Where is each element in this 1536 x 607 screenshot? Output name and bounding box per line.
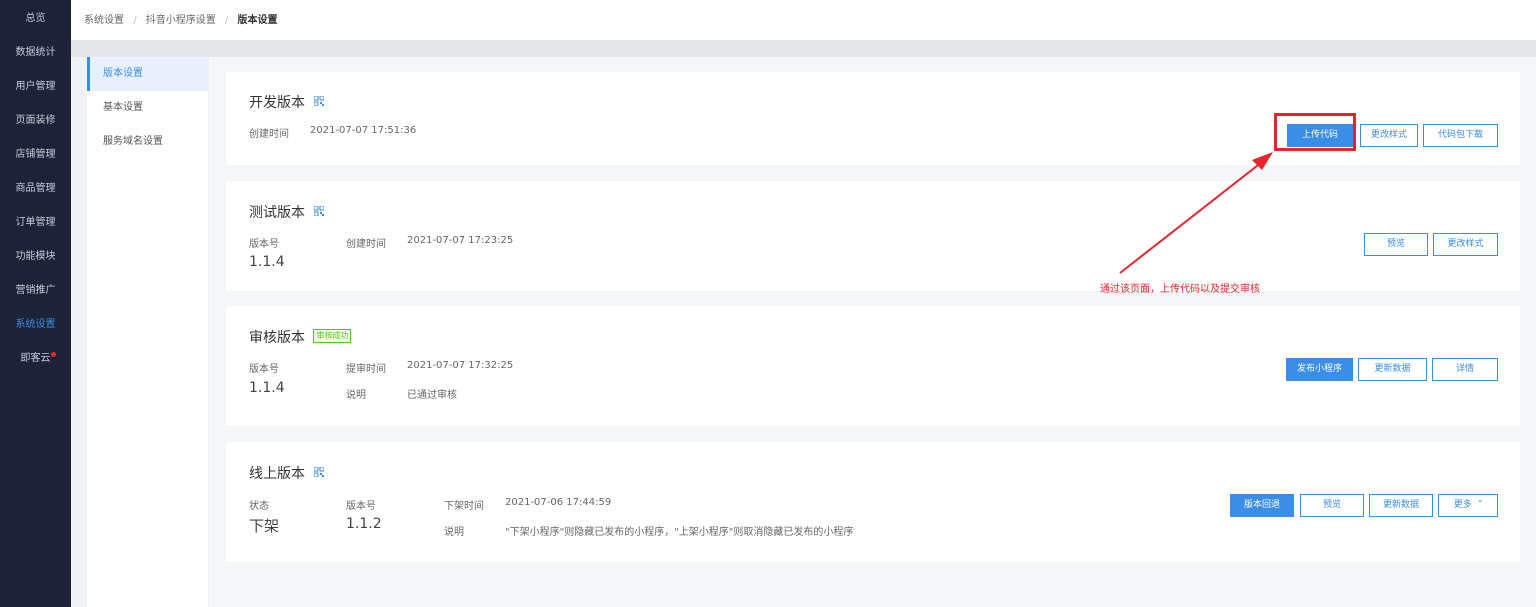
settings-submenu: 版本设置 基本设置 服务域名设置 (87, 57, 209, 607)
version-value: 1.1.4 (249, 254, 285, 270)
audit-success-badge: 审核成功 (313, 329, 352, 343)
update-data-button[interactable]: 更新数据 (1369, 494, 1433, 517)
qrcode-icon[interactable] (314, 467, 325, 477)
nav-item-store[interactable]: 店铺管理 (0, 138, 71, 172)
submit-time-label: 提审时间 (346, 364, 386, 375)
annotation-highlight-box (1274, 113, 1356, 151)
submenu-basic-settings[interactable]: 基本设置 (87, 91, 208, 125)
breadcrumb-current: 版本设置 (237, 15, 278, 26)
annotation-text: 通过该页面，上传代码以及提交审核 (1100, 284, 1260, 295)
header-strip (71, 41, 1536, 57)
create-time-value: 2021-07-07 17:23:25 (407, 235, 514, 246)
version-label: 版本号 (249, 239, 279, 250)
note-value: "下架小程序"则隐藏已发布的小程序，"上架小程序"则取消隐藏已发布的小程序 (505, 527, 854, 538)
nav-item-jikeyun[interactable]: 即客云 (0, 342, 71, 376)
breadcrumb-system-settings[interactable]: 系统设置 (84, 15, 124, 26)
notification-dot (51, 352, 56, 357)
change-style-button[interactable]: 更改样式 (1360, 124, 1418, 147)
qrcode-icon[interactable] (314, 96, 325, 106)
change-style-button[interactable]: 更改样式 (1433, 233, 1498, 256)
submenu-domain-settings[interactable]: 服务域名设置 (87, 125, 208, 159)
detail-button[interactable]: 详情 (1432, 358, 1498, 381)
breadcrumb-separator: / (133, 15, 137, 26)
nav-item-orders[interactable]: 订单管理 (0, 206, 71, 240)
version-label: 版本号 (249, 364, 279, 375)
nav-item-overview[interactable]: 总览 (0, 2, 71, 36)
create-time-label: 创建时间 (249, 129, 289, 140)
offline-time-label: 下架时间 (444, 501, 484, 512)
dev-version-title-row: 开发版本 (249, 92, 325, 112)
create-time-label: 创建时间 (346, 239, 386, 250)
nav-item-modules[interactable]: 功能模块 (0, 240, 71, 274)
nav-item-page-design[interactable]: 页面装修 (0, 104, 71, 138)
create-time-value: 2021-07-07 17:51:36 (310, 125, 417, 136)
publish-miniprogram-button[interactable]: 发布小程序 (1286, 358, 1353, 381)
note-value: 已通过审核 (407, 390, 457, 401)
breadcrumb-douyin-settings[interactable]: 抖音小程序设置 (146, 15, 216, 26)
qrcode-icon[interactable] (314, 206, 325, 216)
note-label: 说明 (346, 390, 366, 401)
version-rollback-button[interactable]: 版本回退 (1230, 494, 1294, 517)
more-dropdown-button[interactable]: 更多 ˅ (1438, 494, 1498, 517)
test-version-title: 测试版本 (249, 205, 305, 221)
download-package-button[interactable]: 代码包下载 (1423, 124, 1498, 147)
nav-item-statistics[interactable]: 数据统计 (0, 36, 71, 70)
audit-version-title-row: 审核版本 审核成功 (249, 327, 352, 347)
main-nav: 总览 数据统计 用户管理 页面装修 店铺管理 商品管理 订单管理 功能模块 营销… (0, 0, 71, 607)
submenu-version-settings[interactable]: 版本设置 (87, 57, 208, 91)
test-version-title-row: 测试版本 (249, 202, 325, 222)
offline-time-value: 2021-07-06 17:44:59 (505, 497, 612, 508)
preview-button[interactable]: 预览 (1364, 233, 1428, 256)
more-label: 更多 (1453, 500, 1472, 510)
chevron-down-icon: ˅ (1476, 500, 1484, 510)
preview-button[interactable]: 预览 (1300, 494, 1364, 517)
breadcrumb-separator: / (224, 15, 229, 26)
update-data-button[interactable]: 更新数据 (1358, 358, 1427, 381)
online-version-card: 线上版本 状态 下架 版本号 1.1.2 下架时间 2021-07-06 17:… (226, 442, 1520, 562)
nav-item-users[interactable]: 用户管理 (0, 70, 71, 104)
status-label: 状态 (249, 501, 269, 512)
online-version-title-row: 线上版本 (249, 463, 325, 483)
online-version-title: 线上版本 (249, 466, 305, 482)
version-value: 1.1.2 (346, 516, 382, 532)
version-value: 1.1.4 (249, 380, 285, 396)
nav-item-system-settings[interactable]: 系统设置 (0, 308, 71, 342)
status-value: 下架 (249, 517, 280, 535)
note-label: 说明 (444, 527, 464, 538)
breadcrumb: 系统设置 / 抖音小程序设置 / 版本设置 (84, 0, 278, 41)
nav-item-marketing[interactable]: 营销推广 (0, 274, 71, 308)
nav-item-products[interactable]: 商品管理 (0, 172, 71, 206)
top-header: 系统设置 / 抖音小程序设置 / 版本设置 (71, 0, 1536, 41)
submit-time-value: 2021-07-07 17:32:25 (407, 360, 514, 371)
version-label: 版本号 (346, 501, 376, 512)
audit-version-card: 审核版本 审核成功 版本号 1.1.4 提审时间 2021-07-07 17:3… (226, 306, 1520, 426)
audit-version-title: 审核版本 (249, 330, 305, 346)
dev-version-title: 开发版本 (249, 95, 305, 111)
test-version-card: 测试版本 版本号 1.1.4 创建时间 2021-07-07 17:23:25 … (226, 181, 1520, 291)
nav-item-label: 即客云 (20, 353, 51, 364)
